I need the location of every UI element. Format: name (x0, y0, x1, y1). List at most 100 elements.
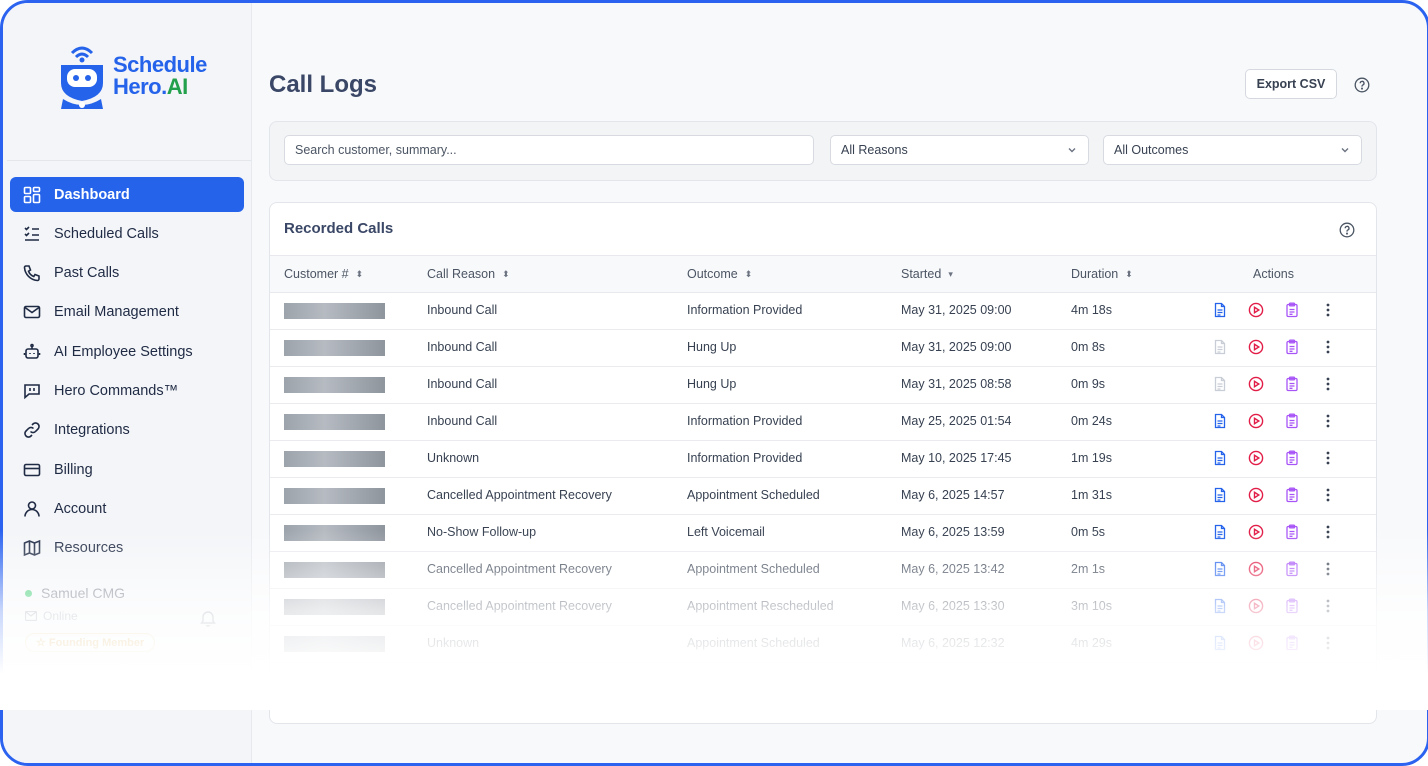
table-row[interactable]: Unknown Information Provided May 10, 2025 … (270, 440, 1376, 478)
transcript-icon[interactable] (1212, 450, 1228, 466)
transcript-icon[interactable] (1212, 635, 1228, 651)
play-recording-icon[interactable] (1248, 339, 1264, 355)
more-menu-icon[interactable] (1320, 598, 1336, 614)
transcript-icon[interactable] (1212, 302, 1228, 318)
clipboard-icon[interactable] (1284, 376, 1300, 392)
export-csv-button[interactable]: Export CSV (1245, 69, 1337, 99)
play-recording-icon[interactable] (1248, 487, 1264, 503)
user-panel[interactable]: Samuel CMG Online ☆ Founding Member (25, 585, 225, 652)
map-icon (23, 539, 41, 557)
sidebar-item-ai-employee-settings[interactable]: AI Employee Settings (10, 334, 244, 369)
sidebar-item-dashboard[interactable]: Dashboard (10, 177, 244, 212)
reason-select[interactable]: All Reasons (830, 135, 1089, 165)
sidebar-item-resources[interactable]: Resources (10, 531, 244, 566)
transcript-icon[interactable] (1212, 524, 1228, 540)
sidebar-item-billing[interactable]: Billing (10, 452, 244, 487)
clipboard-icon[interactable] (1284, 487, 1300, 503)
play-recording-icon[interactable] (1248, 450, 1264, 466)
user-name: Samuel CMG (41, 585, 126, 601)
sort-icon: ⬍ (744, 268, 753, 279)
sort-icon: ⬍ (1125, 268, 1133, 279)
outcome-cell: Left Voicemail (687, 525, 765, 539)
more-menu-icon[interactable] (1320, 524, 1336, 540)
started-cell: May 6, 2025 14:57 (901, 488, 1005, 502)
column-duration[interactable]: Duration ⬍ (1071, 267, 1133, 281)
clipboard-icon[interactable] (1284, 598, 1300, 614)
more-menu-icon[interactable] (1320, 635, 1336, 651)
table-row[interactable]: Inbound Call Hung Up May 31, 2025 09:00 0m … (270, 329, 1376, 367)
clipboard-icon[interactable] (1284, 450, 1300, 466)
play-recording-icon[interactable] (1248, 376, 1264, 392)
table-row[interactable]: No-Show Follow-up Left Voicemail May 6, 20… (270, 514, 1376, 552)
transcript-icon[interactable] (1212, 561, 1228, 577)
sidebar-item-label: Resources (54, 540, 124, 557)
table-row[interactable]: Unknown Appointment Scheduled May 6, 2025 … (270, 625, 1376, 663)
play-recording-icon[interactable] (1248, 413, 1264, 429)
column-call-reason[interactable]: Call Reason ⬍ (427, 267, 510, 281)
transcript-icon[interactable] (1212, 598, 1228, 614)
sidebar-item-hero-commands[interactable]: Hero Commands™ (10, 373, 244, 408)
clipboard-icon[interactable] (1284, 302, 1300, 318)
table-row[interactable]: Cancelled Appointment Recovery Appointmen… (270, 477, 1376, 515)
more-menu-icon[interactable] (1320, 339, 1336, 355)
sort-desc-icon: ▾ (948, 268, 953, 279)
more-menu-icon[interactable] (1320, 376, 1336, 392)
table-row[interactable]: Inbound Call Information Provided May 31, … (270, 292, 1376, 330)
duration-cell: 3m 10s (1071, 599, 1112, 613)
checklist-icon (24, 226, 39, 241)
chevron-down-icon (1341, 148, 1349, 153)
outcome-cell: Information Provided (687, 451, 803, 465)
search-input[interactable]: Search customer, summary... (284, 135, 814, 165)
table-row[interactable]: Cancelled Appointment Recovery Appointmen… (270, 588, 1376, 626)
play-recording-icon[interactable] (1248, 524, 1264, 540)
column-outcome[interactable]: Outcome ⬍ (687, 267, 752, 281)
more-menu-icon[interactable] (1320, 413, 1336, 429)
more-menu-icon[interactable] (1320, 487, 1336, 503)
mail-icon (25, 611, 37, 621)
help-icon[interactable] (1339, 222, 1355, 243)
sidebar-item-scheduled-calls[interactable]: Scheduled Calls (10, 216, 244, 251)
table-header: Customer # ⬍ Call Reason ⬍ Outcome ⬍ Starte… (270, 255, 1376, 293)
sidebar-item-account[interactable]: Account (10, 491, 244, 526)
robot-icon (23, 343, 41, 359)
sidebar-item-past-calls[interactable]: Past Calls (10, 256, 244, 291)
robot-logo-icon (61, 46, 103, 109)
help-icon[interactable] (1354, 77, 1370, 98)
logo[interactable]: Schedule Hero.AI (55, 39, 207, 113)
transcript-icon[interactable] (1212, 339, 1228, 355)
play-recording-icon[interactable] (1248, 561, 1264, 577)
play-recording-icon[interactable] (1248, 598, 1264, 614)
customer-number-redacted (284, 488, 385, 504)
table-row[interactable]: Inbound Call Information Provided May 25, … (270, 403, 1376, 441)
outcome-select[interactable]: All Outcomes (1103, 135, 1362, 165)
transcript-icon[interactable] (1212, 487, 1228, 503)
play-recording-icon[interactable] (1248, 635, 1264, 651)
clipboard-icon[interactable] (1284, 413, 1300, 429)
more-menu-icon[interactable] (1320, 302, 1336, 318)
customer-number-redacted (284, 562, 385, 578)
more-menu-icon[interactable] (1320, 450, 1336, 466)
bell-icon[interactable] (199, 609, 217, 632)
clipboard-icon[interactable] (1284, 524, 1300, 540)
clipboard-icon[interactable] (1284, 339, 1300, 355)
sidebar-item-label: AI Employee Settings (54, 343, 193, 360)
transcript-icon[interactable] (1212, 413, 1228, 429)
more-menu-icon[interactable] (1320, 561, 1336, 577)
transcript-icon[interactable] (1212, 376, 1228, 392)
customer-number-redacted (284, 414, 385, 430)
page-title: Call Logs (269, 71, 378, 98)
clipboard-icon[interactable] (1284, 635, 1300, 651)
clipboard-icon[interactable] (1284, 561, 1300, 577)
card-title: Recorded Calls (284, 220, 394, 237)
column-started[interactable]: Started ▾ (901, 267, 953, 281)
sidebar-item-integrations[interactable]: Integrations (10, 413, 244, 448)
play-recording-icon[interactable] (1248, 302, 1264, 318)
table-row[interactable]: Cancelled Appointment Recovery Appointmen… (270, 551, 1376, 589)
sidebar-item-email-management[interactable]: Email Management (10, 295, 244, 330)
outcome-cell: Hung Up (687, 340, 737, 354)
customer-number-redacted (284, 525, 385, 541)
column-customer[interactable]: Customer # ⬍ (284, 267, 363, 281)
table-row[interactable]: Inbound Call Hung Up May 31, 2025 08:58 0m … (270, 366, 1376, 404)
filter-bar: Search customer, summary... All Reasons … (269, 121, 1377, 181)
sidebar-item-label: Billing (54, 461, 93, 478)
